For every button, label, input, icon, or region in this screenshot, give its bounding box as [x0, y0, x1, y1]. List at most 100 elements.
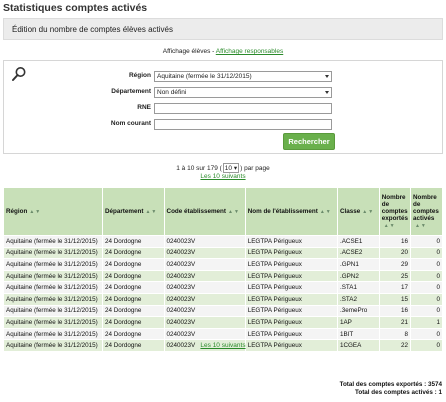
table-row: Aquitaine (fermée le 31/12/2015) 24 Dordo… [3, 269, 444, 283]
page-size-value: 10 [224, 165, 233, 172]
departement-select-value: Non défini [157, 89, 187, 96]
region-select[interactable]: Aquitaine (fermée le 31/12/2015) [154, 71, 332, 82]
display-mode-current: Affichage élèves - [162, 48, 216, 55]
cell-activated: 0 [409, 281, 444, 294]
cell-region: Aquitaine (fermée le 31/12/2015) [3, 246, 103, 260]
filter-panel: Région Aquitaine (fermée le 31/12/2015) … [3, 60, 443, 154]
table-row: Aquitaine (fermée le 31/12/2015) 24 Dordo… [3, 327, 444, 341]
table-row: Aquitaine (fermée le 31/12/2015) 24 Dordo… [3, 281, 444, 294]
rne-input[interactable] [154, 103, 332, 114]
region-label: Région [128, 72, 151, 79]
cell-code: 0240023V [163, 258, 246, 271]
cell-region: Aquitaine (fermée le 31/12/2015) [3, 281, 103, 294]
col-header-departement[interactable]: Département ▲▼ [101, 187, 165, 236]
cell-exported: 29 [378, 258, 411, 271]
pagination-range: 1 à 10 sur 179 ( [176, 165, 222, 172]
nom-courant-label: Nom courant [110, 120, 151, 127]
cell-nom: LEGTPA Périgueux [244, 235, 338, 248]
table-row: Aquitaine (fermée le 31/12/2015) 24 Dordo… [3, 235, 444, 248]
col-header-code[interactable]: Code établissement ▲▼ [163, 187, 246, 236]
region-select-value: Aquitaine (fermée le 31/12/2015) [157, 73, 252, 80]
cell-classe: 1BIT [336, 327, 380, 341]
next-page-link-top[interactable]: Les 10 suivants [0, 173, 446, 180]
cell-departement: 24 Dordogne [101, 281, 165, 294]
subtitle-bar: Édition du nombre de comptes élèves acti… [3, 18, 443, 40]
cell-classe: .GPN1 [336, 258, 380, 271]
cell-exported: 16 [378, 235, 411, 248]
table-body: Aquitaine (fermée le 31/12/2015) 24 Dordo… [3, 235, 444, 352]
sort-icon[interactable]: ▲▼ [29, 209, 41, 215]
cell-classe: .GPN2 [336, 269, 380, 283]
results-table: Région ▲▼ Département ▲▼ Code établissemen… [3, 187, 444, 352]
cell-classe: .ACSE2 [336, 246, 380, 260]
sort-icon[interactable]: ▲▼ [362, 209, 374, 215]
col-header-nom[interactable]: Nom de l'établissement ▲▼ [244, 187, 338, 236]
cell-nom: LEGTPA Périgueux [244, 258, 338, 271]
total-activated: Total des comptes activés : 1 [354, 389, 442, 396]
col-header-exported[interactable]: Nombre de comptes exportés ▲▼ [378, 187, 411, 236]
cell-region: Aquitaine (fermée le 31/12/2015) [3, 258, 103, 271]
pagination-info: 1 à 10 sur 179 (10 ▾) par page [0, 163, 446, 173]
cell-code: 0240023V [163, 292, 246, 306]
chevron-down-icon [325, 91, 329, 94]
cell-classe: .3emePro [336, 304, 380, 318]
cell-nom: LEGTPA Périgueux [244, 292, 338, 306]
search-button[interactable]: Rechercher [283, 133, 335, 150]
cell-region: Aquitaine (fermée le 31/12/2015) [3, 292, 103, 306]
cell-nom: LEGTPA Périgueux [244, 281, 338, 294]
cell-classe: .STA1 [336, 281, 380, 294]
cell-departement: 24 Dordogne [101, 235, 165, 248]
cell-code: 0240023V [163, 269, 246, 283]
cell-exported: 20 [378, 246, 411, 260]
next-page-link-bottom[interactable]: Les 10 suivants [0, 342, 446, 349]
cell-code: 0240023V [163, 316, 246, 329]
cell-region: Aquitaine (fermée le 31/12/2015) [3, 327, 103, 341]
cell-code: 0240023V [163, 281, 246, 294]
cell-classe: 1AP [336, 316, 380, 329]
col-header-classe[interactable]: Classe ▲▼ [336, 187, 380, 236]
page-size-select[interactable]: 10 ▾ [222, 163, 240, 173]
cell-departement: 24 Dordogne [101, 292, 165, 306]
rne-label: RNE [137, 104, 151, 111]
col-header-activated[interactable]: Nombre de comptes activés ▲▼ [409, 187, 444, 236]
departement-select[interactable]: Non défini [154, 87, 332, 98]
table-header-row: Région ▲▼ Département ▲▼ Code établissemen… [3, 187, 444, 236]
sort-icon[interactable]: ▲▼ [145, 209, 157, 215]
cell-nom: LEGTPA Périgueux [244, 269, 338, 283]
table-row: Aquitaine (fermée le 31/12/2015) 24 Dordo… [3, 246, 444, 260]
cell-nom: LEGTPA Périgueux [244, 304, 338, 318]
cell-classe: .STA2 [336, 292, 380, 306]
cell-exported: 15 [378, 292, 411, 306]
sort-icon[interactable]: ▲▼ [384, 223, 396, 230]
display-responsables-link[interactable]: Affichage responsables [216, 48, 283, 55]
cell-nom: LEGTPA Périgueux [244, 316, 338, 329]
cell-activated: 0 [409, 292, 444, 306]
cell-activated: 0 [409, 304, 444, 318]
total-exported: Total des comptes exportés : 3574 [339, 381, 442, 388]
sort-icon[interactable]: ▲▼ [320, 209, 332, 215]
table-row: Aquitaine (fermée le 31/12/2015) 24 Dordo… [3, 316, 444, 329]
sort-icon[interactable]: ▲▼ [415, 223, 427, 230]
display-mode: Affichage élèves - Affichage responsable… [0, 48, 446, 55]
cell-activated: 1 [409, 316, 444, 329]
cell-region: Aquitaine (fermée le 31/12/2015) [3, 316, 103, 329]
page-title: Statistiques comptes activés [3, 2, 148, 14]
col-header-region[interactable]: Région ▲▼ [3, 187, 103, 236]
cell-activated: 0 [409, 327, 444, 341]
cell-region: Aquitaine (fermée le 31/12/2015) [3, 304, 103, 318]
chevron-down-icon [325, 75, 329, 78]
search-icon [12, 67, 26, 81]
table-row: Aquitaine (fermée le 31/12/2015) 24 Dordo… [3, 304, 444, 318]
cell-departement: 24 Dordogne [101, 246, 165, 260]
table-row: Aquitaine (fermée le 31/12/2015) 24 Dordo… [3, 292, 444, 306]
cell-exported: 17 [378, 281, 411, 294]
sort-icon[interactable]: ▲▼ [228, 209, 240, 215]
nom-courant-input[interactable] [154, 119, 332, 130]
cell-region: Aquitaine (fermée le 31/12/2015) [3, 235, 103, 248]
cell-code: 0240023V [163, 235, 246, 248]
table-row: Aquitaine (fermée le 31/12/2015) 24 Dordo… [3, 258, 444, 271]
cell-exported: 16 [378, 304, 411, 318]
cell-nom: LEGTPA Périgueux [244, 327, 338, 341]
cell-departement: 24 Dordogne [101, 258, 165, 271]
cell-departement: 24 Dordogne [101, 304, 165, 318]
